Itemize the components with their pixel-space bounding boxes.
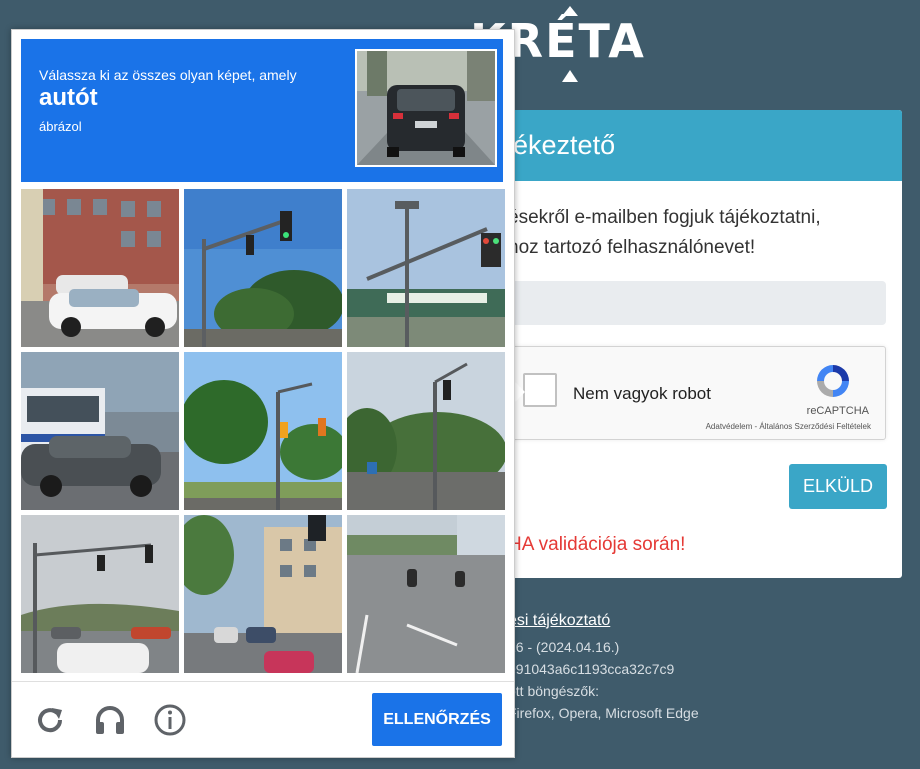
- send-button[interactable]: ELKÜLD: [789, 464, 887, 509]
- info-icon[interactable]: [152, 702, 188, 738]
- captcha-challenge: Válassza ki az összes olyan képet, amely…: [11, 29, 515, 758]
- logo-triangle-bottom: [562, 70, 578, 82]
- challenge-tile-3[interactable]: [347, 189, 505, 347]
- challenge-tile-2[interactable]: [184, 189, 342, 347]
- card-description-line-1: ésekről e-mailben fogjuk tájékoztatni,: [508, 207, 821, 228]
- footer-info-link[interactable]: ési tájékoztató: [508, 612, 699, 630]
- challenge-tile-6[interactable]: [347, 352, 505, 510]
- challenge-sample-image: [355, 49, 497, 167]
- challenge-tile-9[interactable]: [347, 515, 505, 673]
- challenge-target: autót: [39, 84, 98, 111]
- card-description-line-2: hoz tartozó felhasználónevet!: [508, 237, 756, 258]
- challenge-tile-8[interactable]: [184, 515, 342, 673]
- recaptcha-label: Nem vagyok robot: [573, 384, 711, 403]
- challenge-footer: ELLENŐRZÉS: [12, 681, 514, 758]
- audio-icon[interactable]: [92, 702, 128, 738]
- username-input[interactable]: [500, 281, 886, 325]
- challenge-instruction: Válassza ki az összes olyan képet, amely: [39, 67, 297, 83]
- footer-browsers-label: ott böngészők:: [508, 683, 600, 699]
- challenge-header: Válassza ki az összes olyan képet, amely…: [21, 39, 503, 182]
- recaptcha-logo-icon: [817, 365, 849, 397]
- footer-hash: 991043a6c1193cca32c7c9: [508, 661, 675, 677]
- page-footer: ési tájékoztató 26 - (2024.04.16.) 99104…: [508, 612, 699, 724]
- footer-version: 26 - (2024.04.16.): [508, 639, 620, 655]
- card-description: ésekről e-mailben fogjuk tájékoztatni, h…: [508, 203, 898, 263]
- footer-browsers: Firefox, Opera, Microsoft Edge: [508, 705, 699, 721]
- challenge-image-grid: [21, 189, 505, 673]
- recaptcha-brand: reCAPTCHA: [806, 405, 869, 417]
- recaptcha-links[interactable]: Adatvédelem - Általános Szerződési Felté…: [706, 422, 871, 431]
- error-message: HA validációja során!: [508, 534, 686, 555]
- challenge-tile-1[interactable]: [21, 189, 179, 347]
- challenge-instruction-suffix: ábrázol: [39, 119, 82, 134]
- verify-button[interactable]: ELLENŐRZÉS: [372, 693, 502, 746]
- challenge-tile-4[interactable]: [21, 352, 179, 510]
- challenge-tile-5[interactable]: [184, 352, 342, 510]
- recaptcha-checkbox[interactable]: [523, 373, 557, 407]
- recaptcha-widget: Nem vagyok robot reCAPTCHA Adatvédelem -…: [500, 346, 886, 440]
- challenge-tile-7[interactable]: [21, 515, 179, 673]
- reload-icon[interactable]: [32, 702, 68, 738]
